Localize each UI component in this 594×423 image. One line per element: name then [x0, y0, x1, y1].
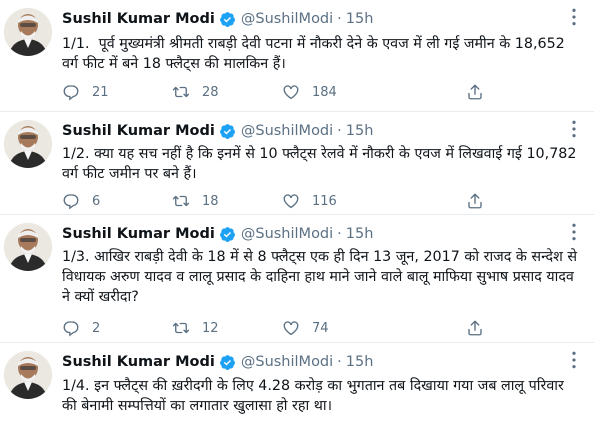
retweet-count: 12 [202, 320, 219, 336]
separator-dot: · [337, 354, 342, 370]
retweet-count: 28 [202, 84, 219, 100]
like-icon [282, 83, 300, 101]
more-options-icon[interactable] [564, 222, 584, 242]
tweet-header: Sushil Kumar Modi @SushilModi · 15h [62, 8, 373, 30]
more-options-icon[interactable] [564, 7, 584, 27]
verified-badge-icon [219, 226, 236, 243]
share-button[interactable] [466, 191, 484, 211]
tweet-text: 1/1. पूर्व मुख्यमंत्री श्रीमती राबड़ी दे… [62, 36, 570, 72]
verified-badge-icon [219, 354, 236, 371]
author-name[interactable]: Sushil Kumar Modi [62, 123, 215, 139]
tweet-2[interactable]: Sushil Kumar Modi @SushilModi · 15h 1/2.… [0, 112, 594, 215]
reply-count: 21 [92, 84, 109, 100]
share-button[interactable] [466, 82, 484, 102]
tweet-actions: 21 28 184 [62, 82, 492, 102]
avatar[interactable] [4, 223, 52, 271]
author-handle[interactable]: @SushilModi [241, 11, 333, 27]
like-count: 74 [312, 320, 329, 336]
share-button[interactable] [466, 318, 484, 338]
retweet-button[interactable]: 18 [172, 191, 219, 211]
retweet-icon [172, 192, 190, 210]
like-count: 116 [312, 193, 337, 209]
tweet-text: 1/2. क्या यह सच नहीं है कि इनमें से 10 फ… [62, 146, 582, 182]
reply-icon [62, 192, 80, 210]
tweet-header: Sushil Kumar Modi @SushilModi · 15h [62, 351, 373, 373]
tweet-header: Sushil Kumar Modi @SushilModi · 15h [62, 120, 373, 142]
author-name[interactable]: Sushil Kumar Modi [62, 226, 215, 242]
tweet-actions: 2 12 74 [62, 318, 492, 338]
avatar[interactable] [4, 351, 52, 399]
separator-dot: · [337, 123, 342, 139]
reply-button[interactable]: 6 [62, 191, 100, 211]
retweet-icon [172, 83, 190, 101]
tweet-4[interactable]: Sushil Kumar Modi @SushilModi · 15h 1/4.… [0, 343, 594, 423]
retweet-button[interactable]: 12 [172, 318, 219, 338]
tweet-header: Sushil Kumar Modi @SushilModi · 15h [62, 223, 373, 245]
tweet-actions: 6 18 116 [62, 191, 492, 211]
reply-button[interactable]: 21 [62, 82, 109, 102]
like-icon [282, 319, 300, 337]
reply-icon [62, 83, 80, 101]
like-button[interactable]: 116 [282, 191, 337, 211]
verified-badge-icon [219, 11, 236, 28]
tweet-text: 1/3. आखिर राबड़ी देवी के 18 में से 8 फ्ल… [62, 249, 582, 305]
retweet-icon [172, 319, 190, 337]
more-options-icon[interactable] [564, 119, 584, 139]
more-options-icon[interactable] [564, 350, 584, 370]
separator-dot: · [337, 11, 342, 27]
like-count: 184 [312, 84, 337, 100]
reply-count: 2 [92, 320, 101, 336]
tweet-3[interactable]: Sushil Kumar Modi @SushilModi · 15h 1/3.… [0, 215, 594, 343]
share-icon [466, 319, 484, 337]
share-icon [466, 192, 484, 210]
author-handle[interactable]: @SushilModi [241, 226, 333, 242]
tweet-1[interactable]: Sushil Kumar Modi @SushilModi · 15h 1/1.… [0, 0, 594, 112]
retweet-count: 18 [202, 193, 219, 209]
like-button[interactable]: 184 [282, 82, 337, 102]
reply-count: 6 [92, 193, 101, 209]
author-handle[interactable]: @SushilModi [241, 354, 333, 370]
separator-dot: · [337, 226, 342, 242]
tweet-time[interactable]: 15h [346, 11, 374, 27]
tweet-feed: Sushil Kumar Modi @SushilModi · 15h 1/1.… [0, 0, 594, 423]
author-name[interactable]: Sushil Kumar Modi [62, 354, 215, 370]
avatar[interactable] [4, 8, 52, 56]
tweet-time[interactable]: 15h [346, 354, 374, 370]
avatar[interactable] [4, 120, 52, 168]
tweet-text: 1/4. इन फ्लैट्स की ख़रीदगी के लिए 4.28 क… [62, 378, 569, 414]
like-icon [282, 192, 300, 210]
reply-icon [62, 319, 80, 337]
share-icon [466, 83, 484, 101]
reply-button[interactable]: 2 [62, 318, 100, 338]
tweet-time[interactable]: 15h [346, 226, 374, 242]
like-button[interactable]: 74 [282, 318, 329, 338]
author-handle[interactable]: @SushilModi [241, 123, 333, 139]
tweet-time[interactable]: 15h [346, 123, 374, 139]
retweet-button[interactable]: 28 [172, 82, 219, 102]
author-name[interactable]: Sushil Kumar Modi [62, 11, 215, 27]
verified-badge-icon [219, 123, 236, 140]
